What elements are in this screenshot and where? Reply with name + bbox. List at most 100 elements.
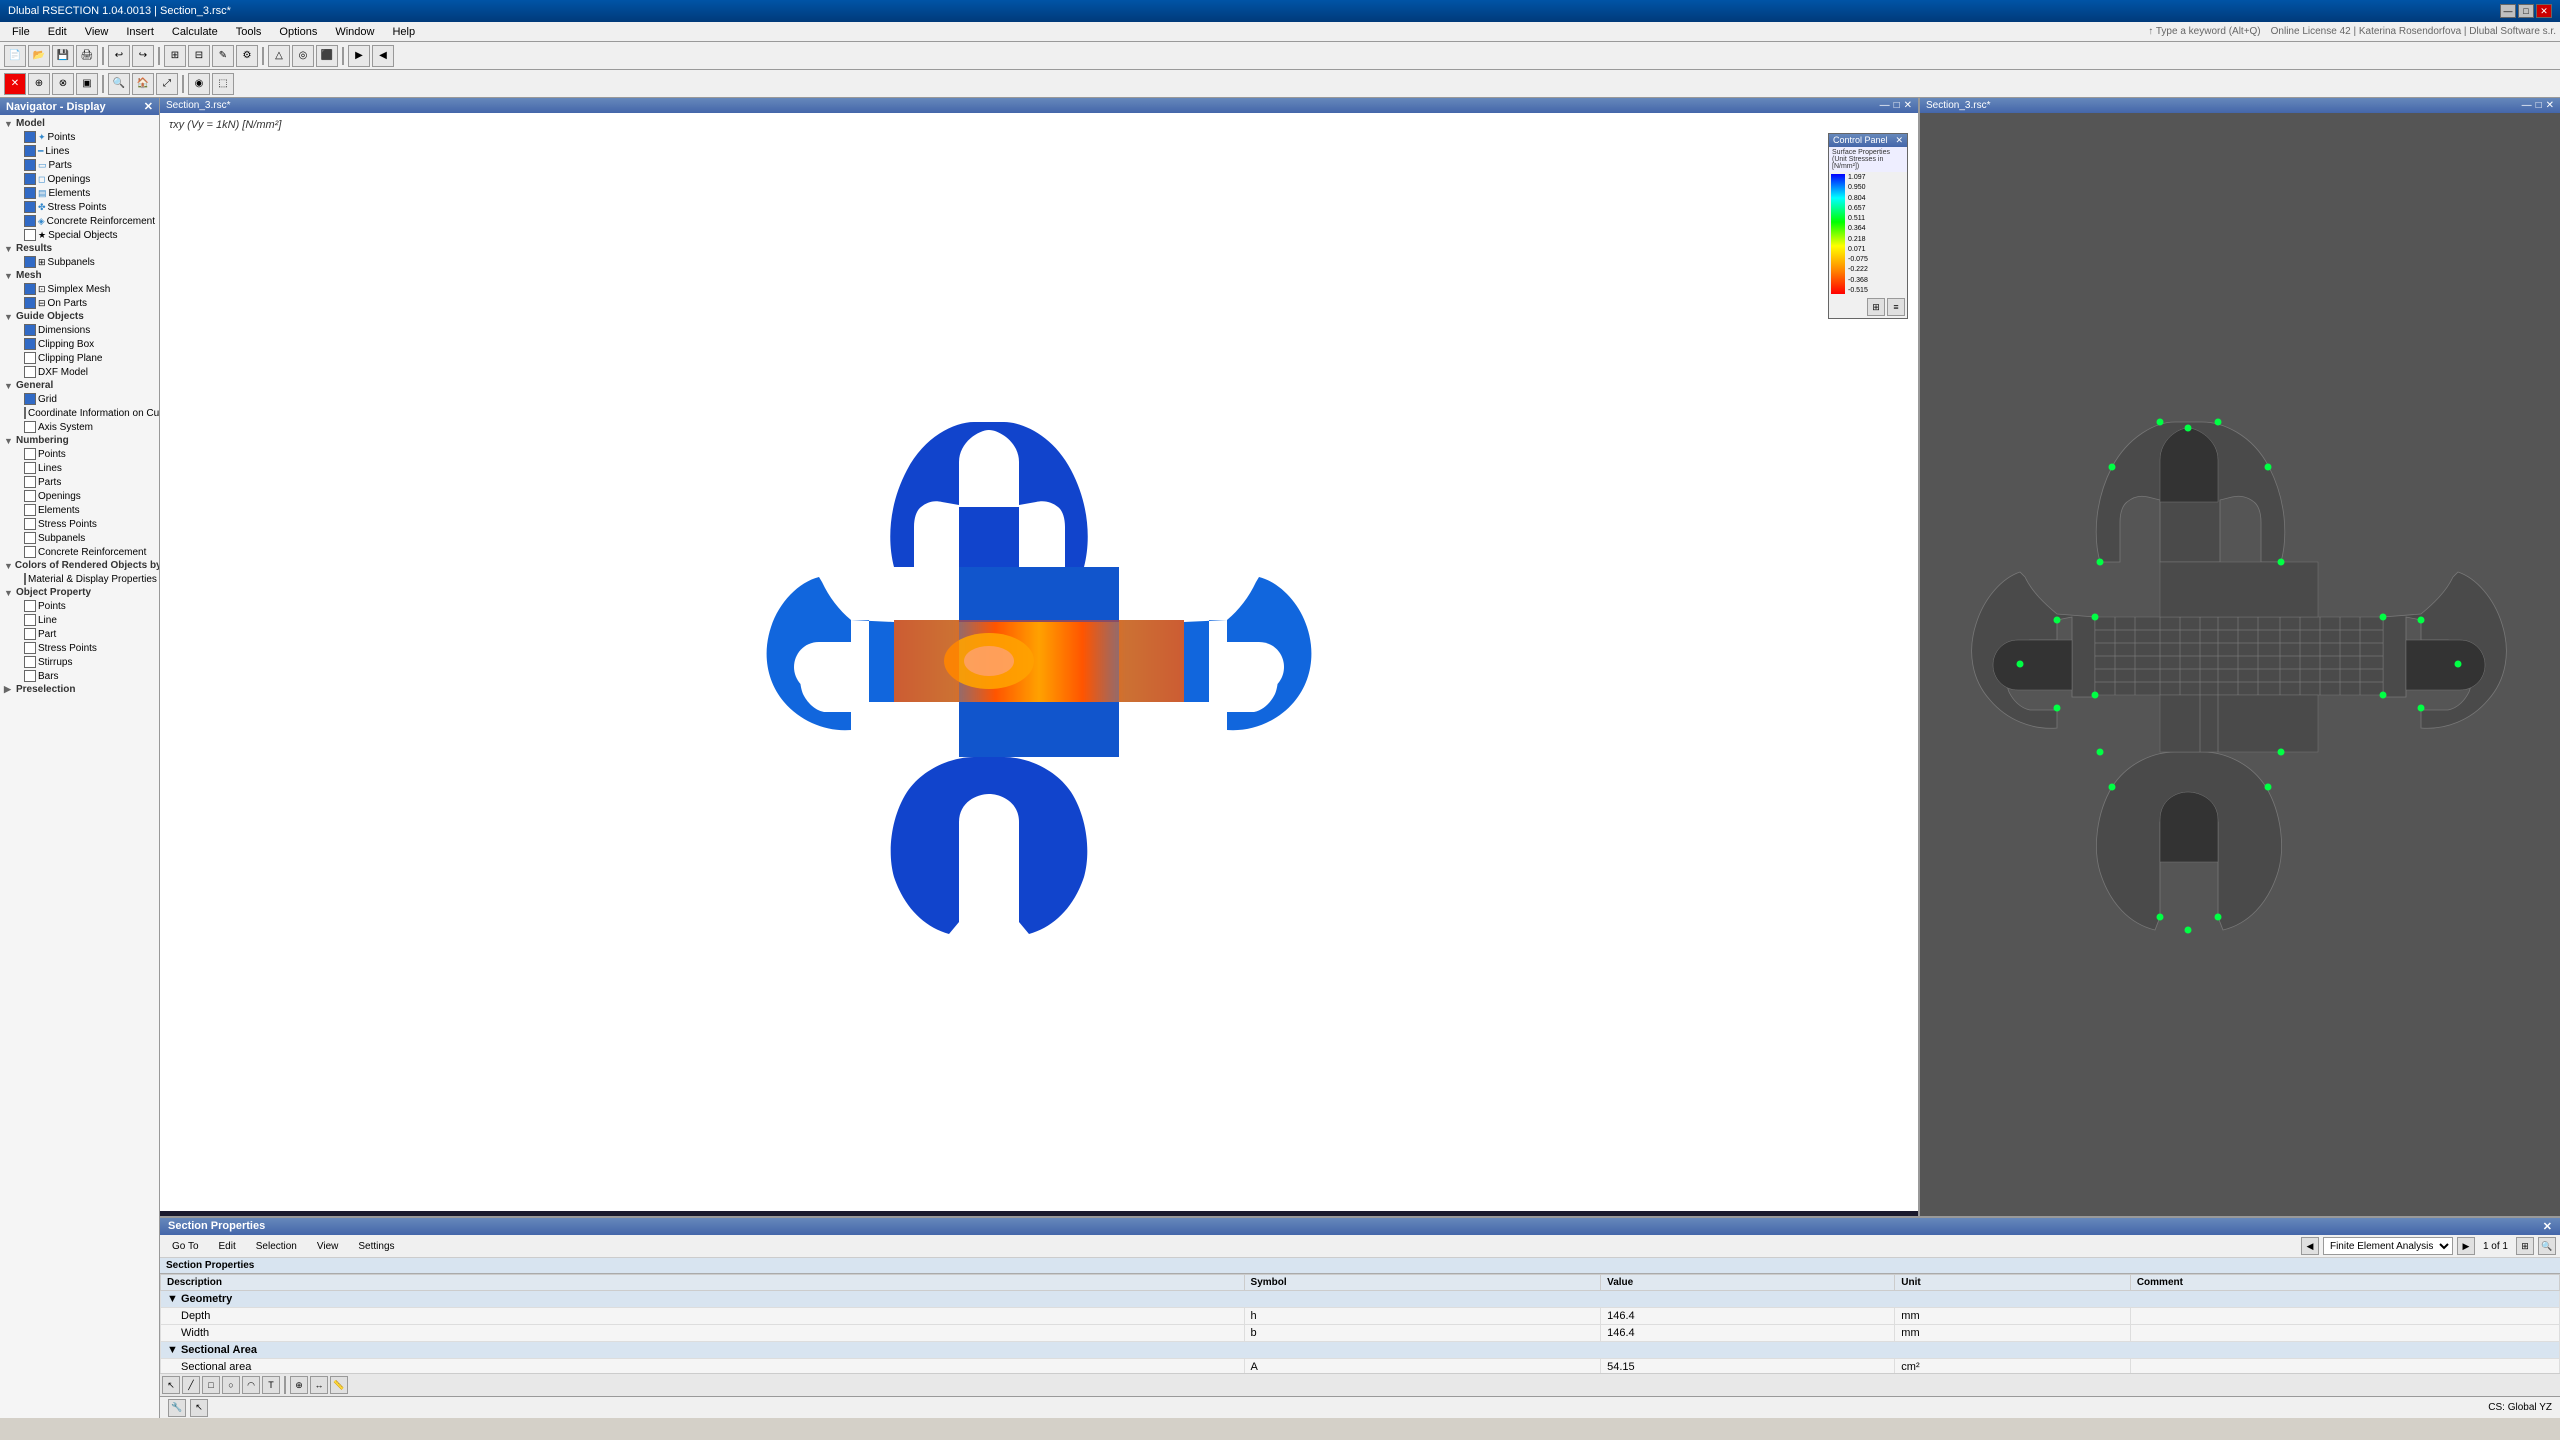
refresh-button[interactable]: 🔍 — [2538, 1237, 2556, 1255]
minimize-button[interactable]: — — [2500, 4, 2516, 18]
menu-help[interactable]: Help — [384, 24, 423, 40]
tb2-btn5[interactable]: 🔍 — [108, 73, 130, 95]
tb2-btn2[interactable]: ⊕ — [28, 73, 50, 95]
tb2-btn1[interactable]: ✕ — [4, 73, 26, 95]
nav-concrete-reinf-model[interactable]: ◈Concrete Reinforcement — [2, 214, 157, 228]
redo-button[interactable]: ↪ — [132, 45, 154, 67]
menu-tools[interactable]: Tools — [228, 24, 270, 40]
draw-select-button[interactable]: ↖ — [162, 1376, 180, 1394]
nav-stress-points[interactable]: ✤Stress Points — [2, 200, 157, 214]
nav-dxf-model[interactable]: DXF Model — [2, 365, 157, 379]
tb2-btn9[interactable]: ⬚ — [212, 73, 234, 95]
nav-results[interactable]: ▼ Results — [2, 242, 157, 255]
nav-model[interactable]: ▼ Model — [2, 117, 157, 130]
goto-tab[interactable]: Go To — [164, 1239, 207, 1254]
dim-button[interactable]: ↔ — [310, 1376, 328, 1394]
nav-obj-part[interactable]: Part — [2, 627, 157, 641]
viewport-left-minimize[interactable]: — — [1880, 100, 1890, 111]
tb2-btn8[interactable]: ◉ — [188, 73, 210, 95]
nav-preselection[interactable]: ▶ Preselection — [2, 683, 157, 696]
open-button[interactable]: 📂 — [28, 45, 50, 67]
analysis-dropdown[interactable]: Finite Element Analysis — [2323, 1237, 2453, 1255]
nav-simplex-mesh[interactable]: ⊡Simplex Mesh — [2, 282, 157, 296]
nav-openings[interactable]: ◻Openings — [2, 172, 157, 186]
nav-numbering[interactable]: ▼ Numbering — [2, 434, 157, 447]
nav-obj-stress-pts[interactable]: Stress Points — [2, 641, 157, 655]
tb-btn2[interactable]: ⊟ — [188, 45, 210, 67]
tb-btn8[interactable]: ▶ — [348, 45, 370, 67]
nav-num-lines[interactable]: Lines — [2, 461, 157, 475]
nav-grid[interactable]: Grid — [2, 392, 157, 406]
nav-general[interactable]: ▼ General — [2, 379, 157, 392]
nav-points[interactable]: ✦Points — [2, 130, 157, 144]
menu-edit[interactable]: Edit — [40, 24, 75, 40]
draw-line-button[interactable]: ╱ — [182, 1376, 200, 1394]
nav-colors-rendered[interactable]: ▼ Colors of Rendered Objects by — [2, 559, 157, 572]
nav-obj-bars[interactable]: Bars — [2, 669, 157, 683]
maximize-button[interactable]: □ — [2518, 4, 2534, 18]
nav-object-property[interactable]: ▼ Object Property — [2, 586, 157, 599]
nav-obj-stirrups[interactable]: Stirrups — [2, 655, 157, 669]
cp-legend-button[interactable]: ≡ — [1887, 298, 1905, 316]
print-button[interactable]: 🖨 — [76, 45, 98, 67]
nav-clipping-plane[interactable]: Clipping Plane — [2, 351, 157, 365]
tb-btn9[interactable]: ◀ — [372, 45, 394, 67]
snap-button[interactable]: ⊕ — [290, 1376, 308, 1394]
nav-obj-line[interactable]: Line — [2, 613, 157, 627]
viewport-right-close[interactable]: ✕ — [2546, 100, 2554, 111]
menu-options[interactable]: Options — [271, 24, 325, 40]
menu-view[interactable]: View — [77, 24, 117, 40]
nav-num-parts[interactable]: Parts — [2, 475, 157, 489]
viewport-right-content[interactable] — [1920, 113, 2560, 1211]
nav-material-display[interactable]: Material & Display Properties — [2, 572, 157, 586]
tb-btn4[interactable]: ⚙ — [236, 45, 258, 67]
nav-parts[interactable]: ▭Parts — [2, 158, 157, 172]
menu-window[interactable]: Window — [327, 24, 382, 40]
tb2-btn3[interactable]: ⊗ — [52, 73, 74, 95]
menu-file[interactable]: File — [4, 24, 38, 40]
status-cursor-button[interactable]: ↖ — [190, 1399, 208, 1417]
draw-circle-button[interactable]: ○ — [222, 1376, 240, 1394]
navigator-close-icon[interactable]: ✕ — [144, 100, 153, 113]
tb-btn3[interactable]: ✎ — [212, 45, 234, 67]
tb-btn7[interactable]: ⬛ — [316, 45, 338, 67]
draw-rect-button[interactable]: □ — [202, 1376, 220, 1394]
tb2-btn7[interactable]: ⤢ — [156, 73, 178, 95]
close-button[interactable]: ✕ — [2536, 4, 2552, 18]
nav-num-elements[interactable]: Elements — [2, 503, 157, 517]
status-props-button[interactable]: 🔧 — [168, 1399, 186, 1417]
tb-btn6[interactable]: ◎ — [292, 45, 314, 67]
nav-lines[interactable]: ━Lines — [2, 144, 157, 158]
nav-on-parts[interactable]: ⊟On Parts — [2, 296, 157, 310]
nav-obj-points[interactable]: Points — [2, 599, 157, 613]
viewport-left-maximize[interactable]: □ — [1894, 100, 1900, 111]
tb2-btn4[interactable]: ▣ — [76, 73, 98, 95]
export-button[interactable]: ⊞ — [2516, 1237, 2534, 1255]
cp-grid-button[interactable]: ⊞ — [1867, 298, 1885, 316]
edit-tab[interactable]: Edit — [211, 1239, 244, 1254]
nav-guide-objects[interactable]: ▼ Guide Objects — [2, 310, 157, 323]
viewport-right-maximize[interactable]: □ — [2536, 100, 2542, 111]
selection-tab[interactable]: Selection — [248, 1239, 305, 1254]
nav-elements[interactable]: ▤Elements — [2, 186, 157, 200]
undo-button[interactable]: ↩ — [108, 45, 130, 67]
nav-special-objects[interactable]: ★Special Objects — [2, 228, 157, 242]
nav-axis-system[interactable]: Axis System — [2, 420, 157, 434]
save-button[interactable]: 💾 — [52, 45, 74, 67]
nav-num-openings[interactable]: Openings — [2, 489, 157, 503]
next-page-button[interactable]: ▶ — [2457, 1237, 2475, 1255]
menu-calculate[interactable]: Calculate — [164, 24, 226, 40]
settings-tab[interactable]: Settings — [350, 1239, 402, 1254]
nav-num-stress-pts[interactable]: Stress Points — [2, 517, 157, 531]
nav-clipping-box[interactable]: Clipping Box — [2, 337, 157, 351]
bottom-close-icon[interactable]: ✕ — [2543, 1220, 2552, 1233]
nav-num-subpanels[interactable]: Subpanels — [2, 531, 157, 545]
nav-num-concrete-reinf[interactable]: Concrete Reinforcement — [2, 545, 157, 559]
view-tab[interactable]: View — [309, 1239, 347, 1254]
tb-btn1[interactable]: ⊞ — [164, 45, 186, 67]
control-panel-close-icon[interactable]: ✕ — [1895, 135, 1903, 146]
nav-dimensions[interactable]: Dimensions — [2, 323, 157, 337]
nav-num-points[interactable]: Points — [2, 447, 157, 461]
nav-coord-info[interactable]: Coordinate Information on Cursor — [2, 406, 157, 420]
nav-subpanels[interactable]: ⊞Subpanels — [2, 255, 157, 269]
